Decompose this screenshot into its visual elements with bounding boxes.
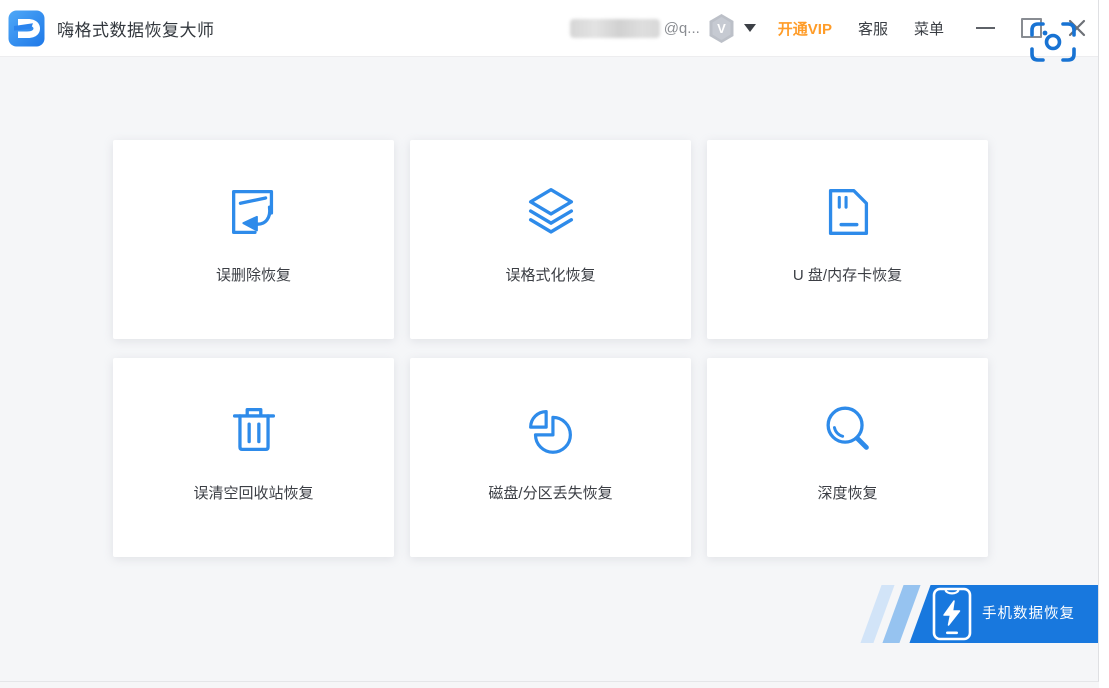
magnifier-icon: [825, 406, 869, 450]
card-label: 误删除恢复: [215, 267, 291, 284]
card-label: 误格式化恢复: [505, 267, 596, 284]
app-window: 嗨格式数据恢复大师 @q... V 开通VIP 客服 菜单 误删除恢复 误格式化…: [0, 0, 1099, 682]
card-unformat-recovery[interactable]: 误格式化恢复: [410, 140, 691, 339]
card-deep-recovery[interactable]: 深度恢复: [707, 358, 988, 557]
phone-recovery-button[interactable]: [909, 585, 1098, 643]
card-label: 磁盘/分区丢失恢复: [488, 485, 613, 502]
card-usb-sdcard-recovery[interactable]: U 盘/内存卡恢复: [707, 140, 988, 339]
window-bottom-edge: [0, 682, 1099, 688]
account-email-suffix: @q...: [663, 19, 700, 37]
layers-icon: [528, 188, 573, 234]
cards-grid: 误删除恢复 误格式化恢复 U 盘/内存卡恢复 误清空回收站恢复 磁盘/分区丢失恢…: [113, 140, 988, 557]
card-disk-partition-recovery[interactable]: 磁盘/分区丢失恢复: [410, 358, 691, 557]
screenshot-overlay-icon[interactable]: [1028, 21, 1078, 63]
minimize-button[interactable]: [976, 27, 995, 29]
card-label: 深度恢复: [817, 485, 878, 502]
restore-file-icon: [231, 190, 273, 234]
menu-button[interactable]: 菜单: [914, 18, 944, 39]
card-label: U 盘/内存卡恢复: [792, 267, 903, 284]
account-dropdown-caret-icon: [743, 24, 756, 32]
card-label: 误清空回收站恢复: [193, 485, 314, 502]
pie-chart-icon: [528, 409, 572, 454]
svg-text:V: V: [717, 21, 726, 36]
sd-card-icon: [828, 189, 868, 235]
card-recycle-bin-recovery[interactable]: 误清空回收站恢复: [113, 358, 394, 557]
account-area[interactable]: @q... V: [569, 13, 756, 44]
open-vip-button[interactable]: 开通VIP: [778, 18, 832, 39]
card-undelete-recovery[interactable]: 误删除恢复: [113, 140, 394, 339]
customer-service-button[interactable]: 客服: [858, 18, 888, 39]
vip-badge-icon: V: [709, 13, 734, 43]
app-logo-icon: [8, 10, 45, 46]
app-title: 嗨格式数据恢复大师: [57, 20, 215, 40]
titlebar: 嗨格式数据恢复大师 @q... V 开通VIP 客服 菜单: [0, 0, 1098, 57]
trash-icon: [232, 408, 275, 452]
account-email-blurred: [569, 18, 660, 38]
titlebar-right: @q... V 开通VIP 客服 菜单: [569, 13, 1088, 44]
